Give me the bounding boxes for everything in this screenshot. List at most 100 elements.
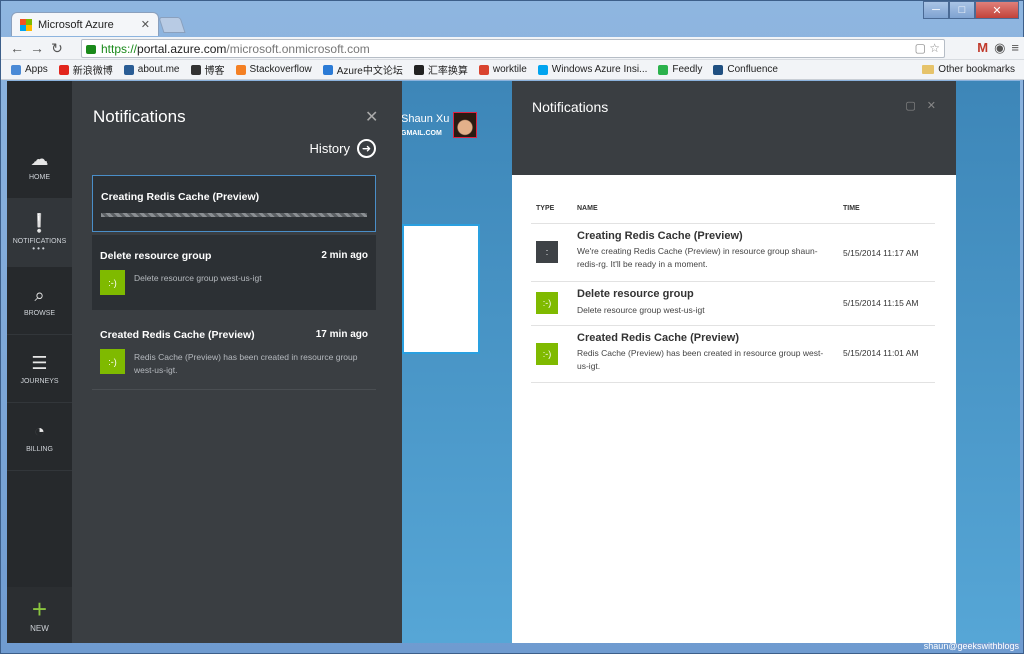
history-link[interactable]: History ➜ — [310, 139, 376, 158]
window-controls: ─ □ ✕ — [923, 1, 1019, 19]
browse-icon: ⌕ — [34, 284, 45, 305]
column-name: NAME — [577, 205, 598, 212]
menu-icon[interactable]: ≡ — [1011, 40, 1019, 56]
bookmark-item[interactable]: 新浪微博 — [58, 62, 113, 77]
bookmark-item[interactable]: Confluence — [713, 64, 778, 75]
bookmark-favicon-icon — [658, 64, 669, 75]
toolbar-extensions: M ◉ ≡ — [977, 40, 1019, 56]
row-desc: Redis Cache (Preview) has been created i… — [577, 348, 824, 371]
maximize-icon[interactable]: ▢ — [905, 99, 915, 112]
gmail-icon[interactable]: M — [977, 40, 988, 56]
bookmark-favicon-icon — [11, 64, 21, 75]
progress-bar — [101, 213, 367, 217]
column-type: TYPE — [536, 205, 555, 212]
bookmark-label: worktile — [492, 64, 527, 75]
bookmarks-bar: Apps 新浪微博 about.me 博客 Stackoverflow Azure中文论坛… — [1, 60, 1024, 80]
bookmark-item[interactable]: worktile — [478, 64, 527, 75]
new-button-label: NEW — [30, 623, 49, 633]
bookmark-label: Azure中文论坛 — [336, 66, 403, 77]
bookmark-star-icon[interactable]: ▢ ☆ — [915, 41, 940, 55]
nav-billing-label: BILLING — [26, 445, 53, 453]
table-row[interactable]: :-) Created Redis Cache (Preview) Redis … — [531, 325, 935, 383]
column-time: TIME — [843, 205, 860, 212]
row-time: 5/15/2014 11:17 AM — [843, 248, 919, 258]
row-desc: We're creating Redis Cache (Preview) in … — [577, 246, 818, 269]
nav-browse-label: BROWSE — [23, 309, 56, 317]
tab-title: Microsoft Azure — [38, 18, 114, 31]
notification-time: 2 min ago — [321, 250, 368, 261]
table-row[interactable]: : Creating Redis Cache (Preview) We're c… — [531, 223, 935, 281]
notification-item[interactable]: Created Redis Cache (Preview) 17 min ago… — [92, 314, 376, 390]
bookmark-label: about.me — [137, 64, 180, 75]
bookmark-favicon-icon — [123, 64, 134, 75]
row-time: 5/15/2014 11:01 AM — [843, 348, 919, 358]
notification-item[interactable]: Creating Redis Cache (Preview) — [92, 175, 376, 232]
loading-dots-icon: ••• — [32, 243, 47, 253]
address-bar[interactable]: https://portal.azure.com/microsoft.onmic… — [81, 39, 945, 58]
notification-time: 17 min ago — [315, 329, 368, 340]
nav-home-label: HOME — [29, 173, 50, 181]
bookmark-item[interactable]: Feedly — [658, 64, 702, 75]
notification-item[interactable]: Delete resource group 2 min ago :-) Dele… — [92, 235, 376, 310]
nav-billing[interactable]: ◔ BILLING — [7, 403, 72, 471]
nav-notifications[interactable]: ❕ NOTIFICATIONS ••• — [7, 199, 72, 267]
close-tab-icon[interactable]: ✕ — [141, 18, 150, 31]
row-name: Delete resource group — [577, 288, 694, 300]
bookmark-item[interactable]: Stackoverflow — [235, 64, 312, 75]
in-progress-icon: : — [536, 241, 558, 263]
nav-journeys[interactable]: ☰ JOURNEYS — [7, 335, 72, 403]
user-name[interactable]: Shaun Xu — [401, 113, 449, 125]
watermark: shaun@geekswithblogs — [923, 641, 1019, 651]
other-bookmarks-label: Other bookmarks — [938, 64, 1015, 75]
maximize-button[interactable]: □ — [949, 1, 975, 19]
nav-browse[interactable]: ⌕ BROWSE — [7, 267, 72, 335]
close-icon[interactable]: ✕ — [365, 107, 378, 127]
tab-microsoft-azure[interactable]: Microsoft Azure ✕ — [11, 12, 159, 36]
forward-arrow-icon[interactable]: → — [27, 40, 47, 56]
nav-home[interactable]: ☁ HOME — [7, 131, 72, 199]
back-arrow-icon[interactable]: ← — [7, 40, 27, 56]
bookmark-favicon-icon — [537, 64, 548, 75]
bookmark-label: Feedly — [672, 64, 703, 75]
bookmark-item[interactable]: 博客 — [190, 62, 225, 77]
billing-icon: ◔ — [34, 420, 45, 441]
minimize-button[interactable]: ─ — [923, 1, 949, 19]
microsoft-logo-icon — [20, 18, 32, 31]
bookmark-favicon-icon — [190, 64, 201, 75]
row-name: Creating Redis Cache (Preview) — [577, 230, 743, 242]
blade-title: Notifications — [532, 99, 609, 115]
bookmark-item[interactable]: about.me — [123, 64, 180, 75]
bookmark-label: Apps — [25, 64, 48, 75]
bookmark-item[interactable]: 汇率换算 — [413, 62, 468, 77]
blade-controls: ▢ ✕ — [905, 99, 936, 112]
row-time: 5/15/2014 11:15 AM — [843, 298, 919, 308]
bookmark-item[interactable]: Apps — [11, 64, 48, 75]
url-path: /microsoft.onmicrosoft.com — [226, 41, 370, 56]
url-scheme: https:// — [101, 41, 138, 56]
notification-title: Delete resource group — [100, 250, 212, 262]
blade-header: Notifications ▢ ✕ — [512, 81, 956, 175]
success-icon: :-) — [536, 343, 558, 365]
bookmark-item[interactable]: Azure中文论坛 — [322, 62, 403, 77]
nav-journeys-label: JOURNEYS — [20, 377, 59, 385]
bookmark-label: 博客 — [204, 66, 225, 77]
bookmark-favicon-icon — [58, 64, 69, 75]
notification-title: Creating Redis Cache (Preview) — [101, 191, 260, 203]
success-icon: :-) — [100, 349, 125, 374]
dashboard-tile[interactable] — [402, 224, 480, 354]
bookmark-item[interactable]: Windows Azure Insi... — [537, 64, 647, 75]
notifications-blade: Notifications ▢ ✕ TYPE NAME TIME : Creat… — [512, 81, 956, 643]
avatar[interactable] — [453, 112, 477, 138]
url-host: portal.azure.com — [137, 41, 227, 56]
bookmark-label: 新浪微博 — [72, 66, 113, 77]
table-row[interactable]: :-) Delete resource group Delete resourc… — [531, 281, 935, 325]
close-window-button[interactable]: ✕ — [975, 1, 1019, 19]
close-icon[interactable]: ✕ — [927, 99, 936, 112]
new-tab-button[interactable] — [158, 17, 186, 33]
user-email: GMAIL.COM — [401, 130, 442, 137]
globe-icon[interactable]: ◉ — [994, 40, 1005, 56]
other-bookmarks[interactable]: Other bookmarks — [922, 64, 1015, 75]
new-button[interactable]: + NEW — [7, 587, 72, 643]
reload-icon[interactable]: ↻ — [47, 40, 67, 57]
browser-toolbar: ← → ↻ https://portal.azure.com/microsoft… — [1, 37, 1024, 60]
